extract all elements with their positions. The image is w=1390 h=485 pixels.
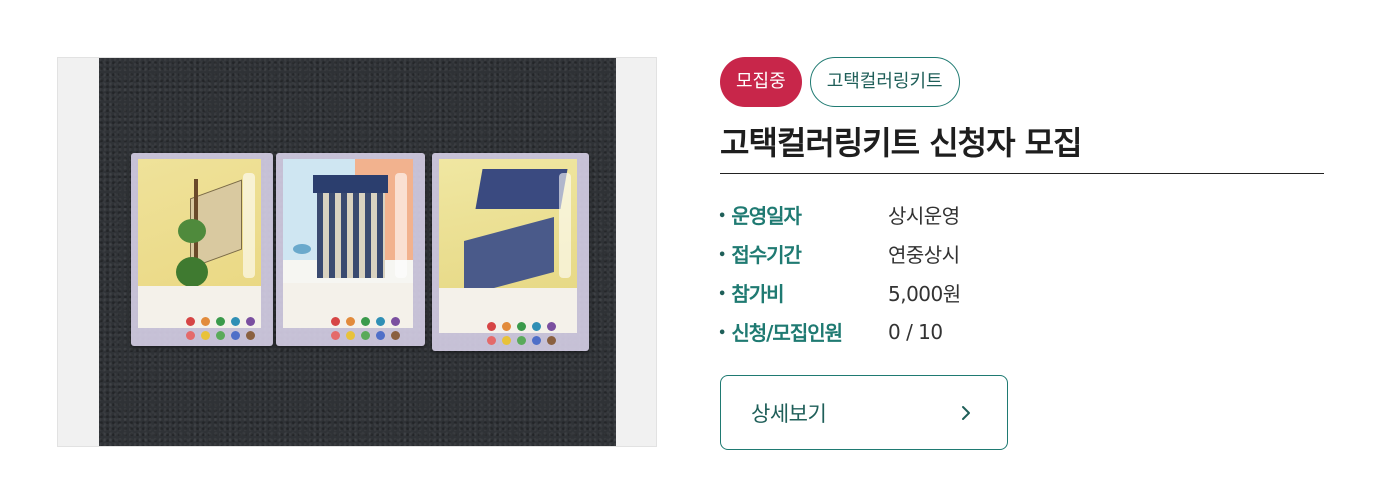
program-title[interactable]: 고택컬러링키트 신청자 모집 (720, 118, 1083, 164)
program-thumbnail[interactable] (57, 57, 657, 447)
info-label: 참가비 (718, 278, 888, 307)
info-value: 0 / 10 (888, 319, 943, 344)
info-value: 연중상시 (888, 243, 960, 267)
status-badge: 모집중 (720, 57, 802, 107)
coloring-kit-photo (99, 58, 616, 446)
info-label: 신청/모집인원 (718, 317, 888, 346)
info-label: 접수기간 (718, 239, 888, 268)
chevron-right-icon (962, 405, 970, 420)
coloring-kit-package (131, 153, 273, 346)
info-row-fee: 참가비 5,000원 (718, 273, 961, 312)
title-divider (720, 173, 1324, 174)
info-value: 상시운영 (888, 204, 960, 228)
view-details-button[interactable]: 상세보기 (720, 375, 1008, 450)
badge-group: 모집중 고택컬러링키트 (720, 57, 960, 107)
category-badge: 고택컬러링키트 (809, 57, 960, 107)
info-value: 5,000원 (888, 282, 961, 306)
info-row-capacity: 신청/모집인원 0 / 10 (718, 312, 961, 351)
view-details-label: 상세보기 (751, 401, 827, 426)
info-row-application-period: 접수기간 연중상시 (718, 234, 961, 273)
coloring-kit-package (432, 153, 589, 351)
program-info-list: 운영일자 상시운영 접수기간 연중상시 참가비 5,000원 신청/모집인원 0… (718, 195, 961, 351)
info-row-schedule: 운영일자 상시운영 (718, 195, 961, 234)
info-label: 운영일자 (718, 200, 888, 229)
coloring-kit-package (276, 153, 425, 346)
